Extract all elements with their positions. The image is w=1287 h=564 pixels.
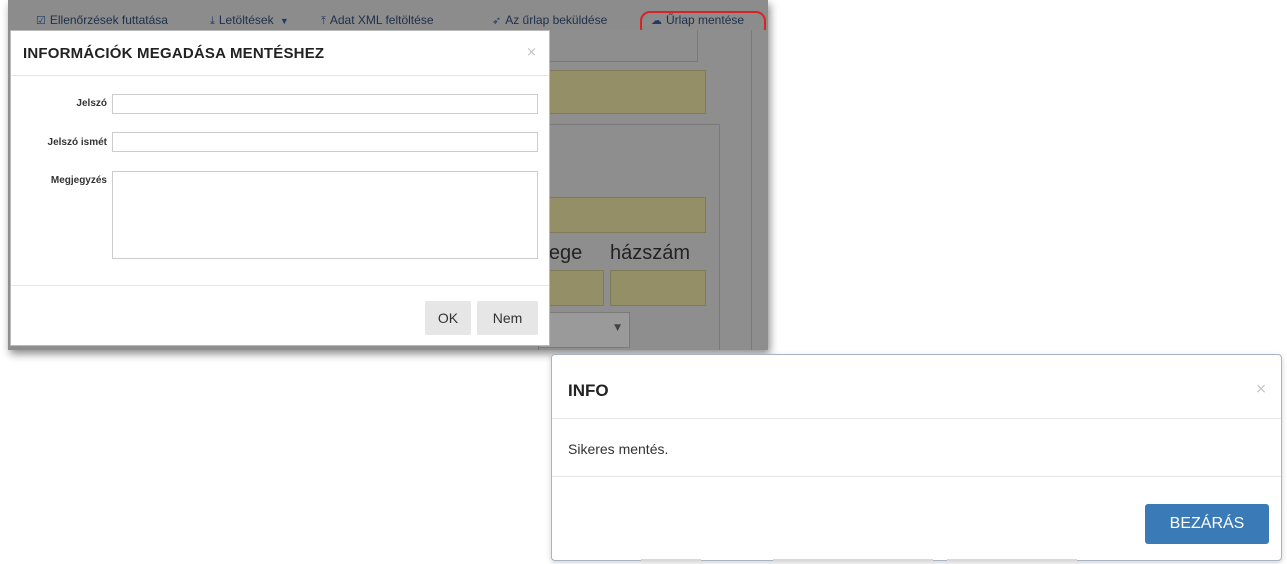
close-icon[interactable]: × [1255, 381, 1267, 397]
comment-textarea[interactable] [112, 171, 538, 259]
bg-select: ▼ [538, 312, 630, 348]
password-input[interactable] [112, 94, 538, 114]
underlying-page-fragment [551, 559, 1282, 564]
save-info-dialog: INFORMÁCIÓK MEGADÁSA MENTÉSHEZ × Jelszó … [10, 30, 550, 346]
check-square-icon: ☑ [36, 15, 46, 27]
divider [552, 476, 1281, 477]
background-form: llege házszám ▼ [538, 30, 768, 350]
password-repeat-label: Jelszó ismét [47, 137, 107, 148]
comment-label: Megjegyzés [50, 175, 107, 186]
divider [11, 285, 549, 286]
password-label: Jelszó [76, 98, 107, 109]
ok-button[interactable]: OK [425, 301, 471, 335]
info-dialog: INFO × Sikeres mentés. BEZÁRÁS [551, 354, 1282, 561]
chevron-down-icon: ▼ [279, 16, 289, 26]
dialog-title: INFORMÁCIÓK MEGADÁSA MENTÉSHEZ [23, 45, 325, 62]
no-button[interactable]: Nem [477, 301, 538, 335]
caret-down-icon: ▼ [614, 323, 621, 333]
submit-form-button[interactable]: ➶ Az űrlap beküldése [492, 13, 607, 27]
downloads-button[interactable]: ⤓ Letöltések ▼ [210, 13, 289, 28]
send-icon: ➶ [492, 15, 502, 27]
success-message: Sikeres mentés. [568, 441, 669, 457]
bg-input [538, 197, 706, 233]
divider [552, 418, 1281, 419]
password-repeat-input[interactable] [112, 132, 538, 152]
dialog-title: INFO [568, 381, 609, 400]
close-icon[interactable]: × [526, 45, 537, 60]
bg-input [610, 270, 706, 306]
upload-xml-button[interactable]: ⤒ Adat XML feltöltése [321, 13, 434, 28]
bg-input [538, 70, 706, 114]
upload-icon: ⤒ [321, 15, 326, 27]
run-checks-button[interactable]: ☑ Ellenőrzések futtatása [36, 13, 168, 27]
app-screenshot: ☑ Ellenőrzések futtatása ⤓ Letöltések ▼ ⤒ A… [8, 0, 768, 350]
close-button[interactable]: BEZÁRÁS [1145, 504, 1269, 544]
divider [11, 75, 549, 76]
bg-divider [751, 30, 752, 350]
form-toolbar: ☑ Ellenőrzések futtatása ⤓ Letöltések ▼ ⤒ A… [8, 0, 768, 38]
bg-frame-top [538, 30, 698, 62]
bg-label-house-number: házszám [610, 242, 691, 264]
download-icon: ⤓ [210, 15, 215, 27]
